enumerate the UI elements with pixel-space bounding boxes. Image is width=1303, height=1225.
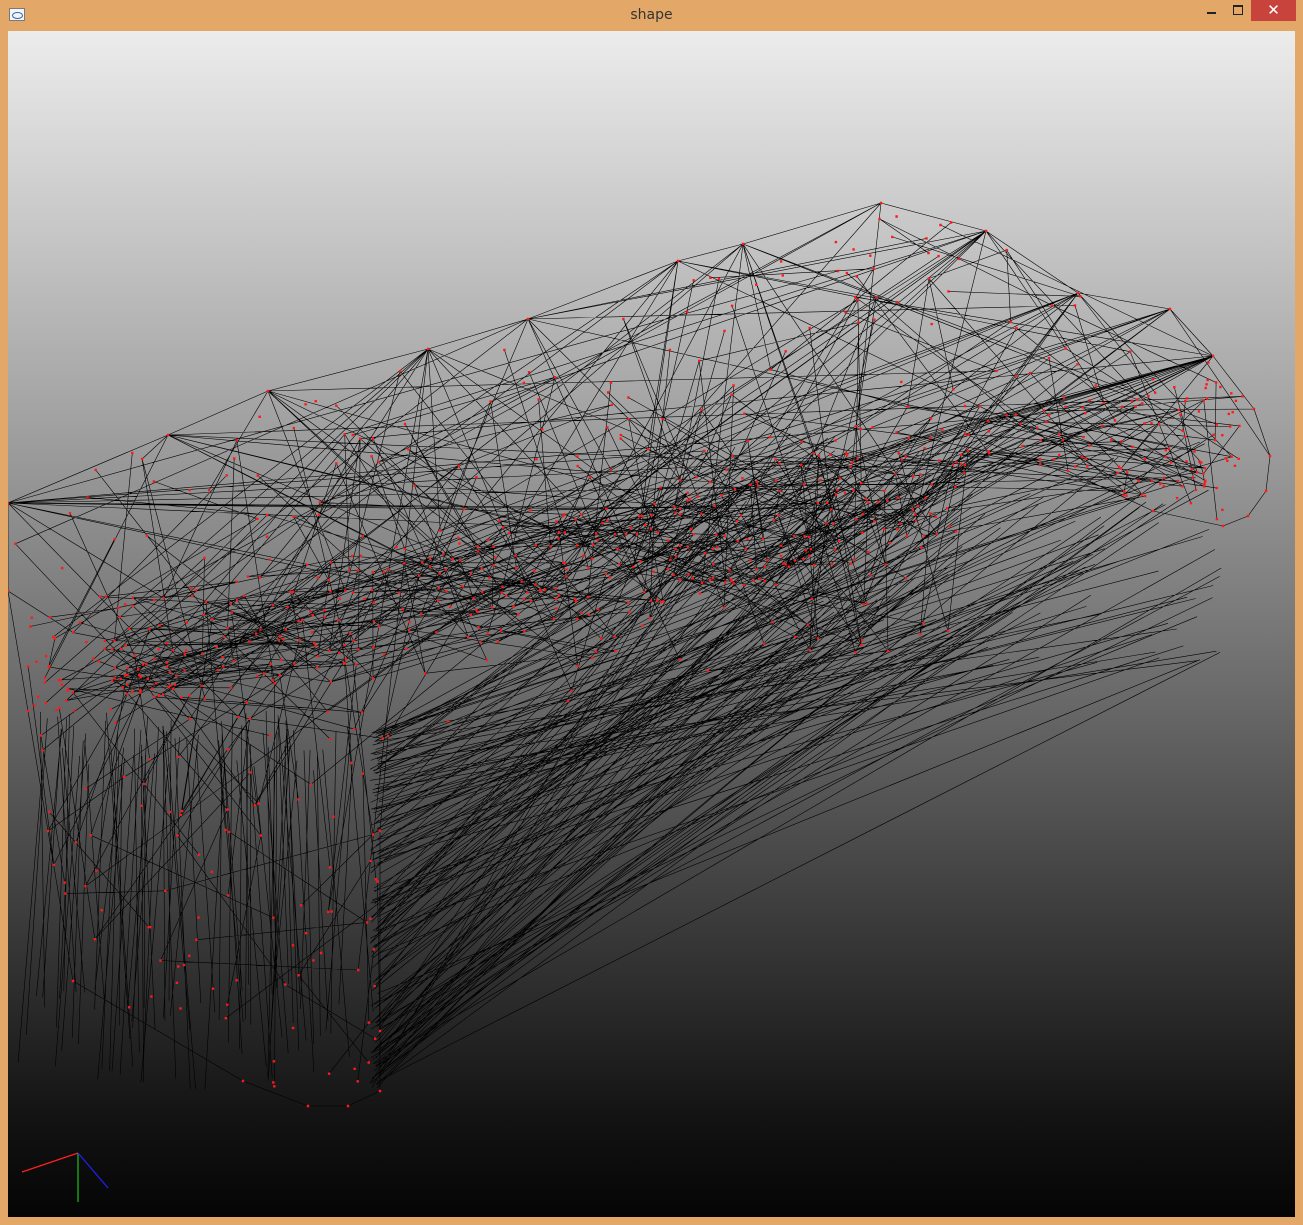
- application-window: shape ✕: [0, 0, 1303, 1225]
- close-button[interactable]: ✕: [1251, 0, 1296, 21]
- window-title: shape: [630, 7, 673, 23]
- maximize-button[interactable]: [1225, 0, 1251, 21]
- title-bar[interactable]: shape ✕: [0, 0, 1303, 31]
- orientation-axes: [21, 1152, 109, 1202]
- z-axis-line: [77, 1152, 109, 1189]
- minimize-button[interactable]: [1199, 0, 1225, 21]
- x-axis-line: [21, 1152, 79, 1173]
- 3d-viewport[interactable]: [8, 31, 1295, 1217]
- mesh-edges: [8, 202, 1271, 1107]
- mesh-edge-lines: [8, 202, 1271, 1107]
- mesh-render: [8, 201, 1272, 1202]
- close-icon: ✕: [1267, 1, 1280, 19]
